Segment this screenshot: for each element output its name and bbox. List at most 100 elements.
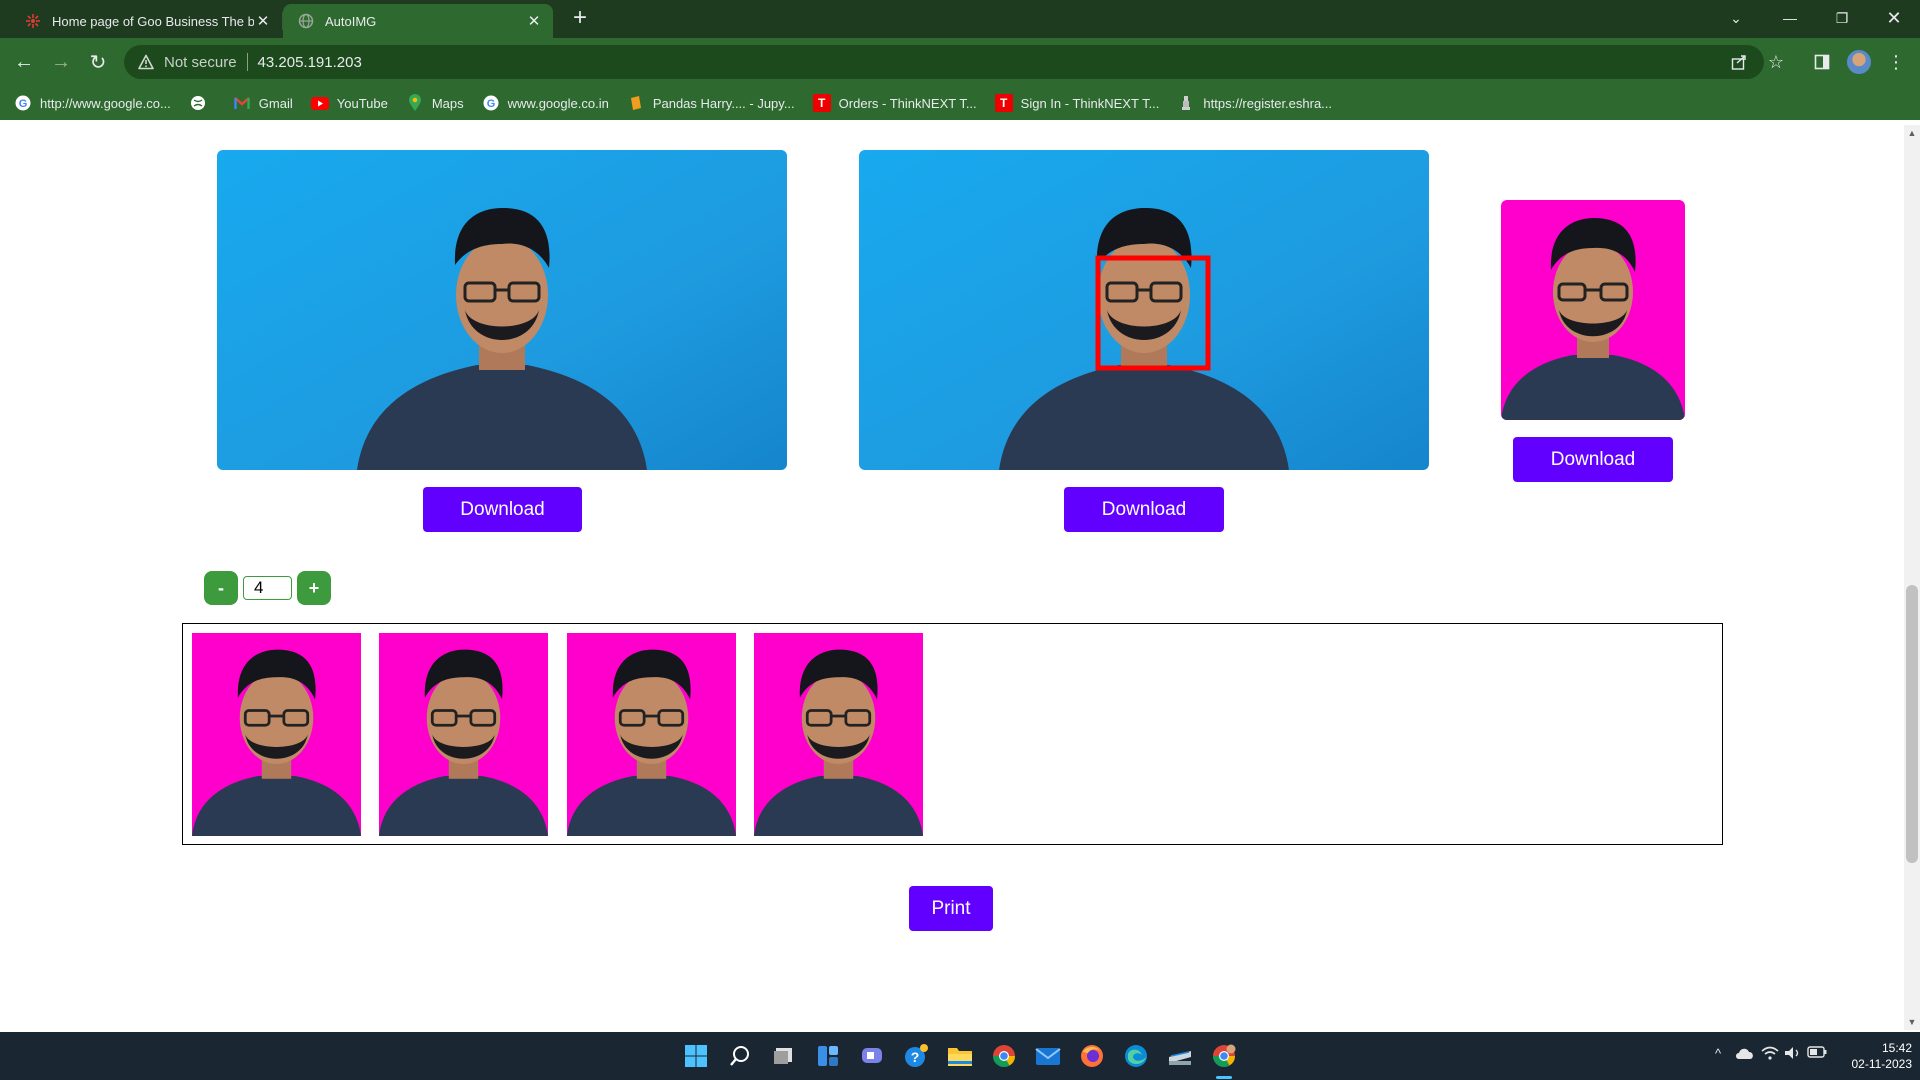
tab-title: AutoIMG	[325, 13, 377, 29]
scroll-up-arrow-icon[interactable]: ▲	[1904, 126, 1920, 140]
share-icon[interactable]	[1727, 50, 1751, 74]
back-arrow-icon[interactable]: ←	[10, 48, 38, 76]
increase-copies-button[interactable]: +	[297, 571, 331, 605]
jupyter-icon	[627, 94, 645, 112]
close-icon[interactable]: ✕	[254, 12, 272, 30]
download-passport-button[interactable]: Download	[1513, 437, 1673, 482]
browser-toolbar: ← → ↻ Not secure 43.205.191.203 ☆ ⋮	[0, 38, 1920, 86]
avatar	[1847, 50, 1871, 74]
face-detection-photo	[859, 150, 1429, 470]
new-tab-plus-icon[interactable]: +	[568, 6, 592, 31]
bookmark-star-icon[interactable]: ☆	[1764, 50, 1788, 74]
bookmark-label: Maps	[431, 95, 464, 111]
warning-triangle-icon	[138, 54, 154, 70]
bookmark-maps[interactable]: Maps	[406, 94, 464, 112]
google-icon: G	[14, 94, 32, 112]
mail-icon[interactable]	[1032, 1040, 1064, 1072]
bookmark-gmail[interactable]: Gmail	[233, 94, 293, 112]
copies-count-input[interactable]: 4	[243, 576, 292, 600]
scanner-icon[interactable]	[1164, 1040, 1196, 1072]
active-app-indicator	[1216, 1076, 1232, 1079]
print-copy-photo	[192, 633, 361, 836]
tab-search-chevron-icon[interactable]: ⌄	[1712, 0, 1760, 36]
scroll-down-arrow-icon[interactable]: ▼	[1904, 1015, 1920, 1029]
download-detected-button[interactable]: Download	[1064, 487, 1224, 532]
print-copy-photo	[754, 633, 923, 836]
original-photo	[217, 150, 787, 470]
print-copy-photo	[567, 633, 736, 836]
minimize-icon[interactable]: —	[1766, 0, 1814, 36]
menu-kebab-icon[interactable]: ⋮	[1884, 50, 1908, 74]
bookmark-label: http://www.google.co...	[40, 95, 171, 111]
task-view-icon[interactable]	[768, 1040, 800, 1072]
url-text[interactable]: 43.205.191.203	[258, 54, 362, 71]
tab-title: Home page of Goo Business The be	[52, 13, 254, 29]
svg-text:G: G	[19, 98, 28, 110]
tray-chevron-up-icon[interactable]: ^	[1710, 1046, 1726, 1061]
tab-autoimg[interactable]: AutoIMG ✕	[283, 4, 553, 38]
print-copy-photo	[379, 633, 548, 836]
help-icon[interactable]: ?	[900, 1040, 932, 1072]
chrome-icon[interactable]	[988, 1040, 1020, 1072]
bookmarks-bar: G http://www.google.co... Gmail YouTube …	[0, 86, 1920, 120]
security-label[interactable]: Not secure	[164, 54, 237, 71]
maps-icon	[406, 94, 424, 112]
bookmark-orders-thinknext[interactable]: T Orders - ThinkNEXT T...	[812, 94, 977, 112]
profile-avatar[interactable]	[1847, 50, 1871, 74]
browser-tab-strip: Home page of Goo Business The be ✕ AutoI…	[0, 0, 1920, 38]
gmail-icon	[233, 94, 251, 112]
reload-icon[interactable]: ↻	[84, 48, 112, 76]
forward-arrow-icon[interactable]: →	[47, 48, 75, 76]
decrease-copies-button[interactable]: -	[204, 571, 238, 605]
page-scrollbar-thumb[interactable]	[1906, 585, 1918, 863]
battery-icon[interactable]	[1806, 1046, 1828, 1058]
chrome-active-icon[interactable]	[1208, 1040, 1240, 1072]
close-icon[interactable]: ✕	[525, 12, 543, 30]
emblem-icon	[1177, 94, 1195, 112]
bookmark-label: Pandas Harry.... - Jupy...	[652, 95, 795, 111]
bookmark-youtube[interactable]: YouTube	[310, 94, 388, 112]
window-close-icon[interactable]: ✕	[1870, 0, 1918, 36]
passport-photo	[1501, 200, 1685, 420]
thinknext-icon: T	[812, 94, 831, 112]
bookmark-label: www.google.co.in	[507, 95, 609, 111]
youtube-icon	[310, 94, 329, 112]
bookmark-label: https://register.eshra...	[1203, 95, 1333, 111]
bookmark-label: Gmail	[258, 95, 293, 111]
side-panel-icon[interactable]	[1810, 50, 1834, 74]
clock-time: 15:42	[1881, 1041, 1912, 1055]
bookmark-jupyter[interactable]: Pandas Harry.... - Jupy...	[627, 94, 795, 112]
page-scrollbar-track[interactable]	[1904, 125, 1920, 1030]
google-icon: G	[482, 94, 500, 112]
tab-home-page[interactable]: Home page of Goo Business The be ✕	[10, 4, 282, 38]
bookmark-label: Sign In - ThinkNEXT T...	[1020, 95, 1160, 111]
address-divider	[246, 53, 248, 71]
goo-business-favicon	[24, 12, 42, 30]
search-icon[interactable]	[724, 1040, 756, 1072]
address-bar[interactable]: Not secure 43.205.191.203	[124, 45, 1764, 79]
volume-icon[interactable]	[1783, 1046, 1803, 1060]
windows-start-icon[interactable]	[680, 1040, 712, 1072]
bookmark-label: Orders - ThinkNEXT T...	[838, 95, 977, 111]
svg-text:G: G	[486, 98, 495, 110]
edge-icon[interactable]	[1120, 1040, 1152, 1072]
taskbar-clock[interactable]: 15:42 02-11-2023	[1836, 1040, 1913, 1072]
windows-taskbar: ? ^	[0, 1032, 1920, 1080]
globe-icon	[189, 94, 207, 112]
bookmark-google[interactable]: G http://www.google.co...	[14, 94, 171, 112]
restore-icon[interactable]: ❐	[1818, 0, 1866, 36]
file-explorer-icon[interactable]	[944, 1040, 976, 1072]
teams-chat-icon[interactable]	[856, 1040, 888, 1072]
bookmark-register-eshram[interactable]: https://register.eshra...	[1177, 94, 1332, 112]
globe-favicon-icon	[297, 12, 315, 30]
print-button[interactable]: Print	[909, 886, 993, 931]
download-original-button[interactable]: Download	[423, 487, 582, 532]
bookmark-globe[interactable]	[189, 94, 215, 112]
onedrive-cloud-icon[interactable]	[1734, 1046, 1756, 1060]
bookmark-signin-thinknext[interactable]: T Sign In - ThinkNEXT T...	[994, 94, 1160, 112]
clock-date: 02-11-2023	[1851, 1057, 1913, 1071]
widgets-icon[interactable]	[812, 1040, 844, 1072]
firefox-icon[interactable]	[1076, 1040, 1108, 1072]
wifi-icon[interactable]	[1760, 1046, 1780, 1060]
bookmark-google-in[interactable]: G www.google.co.in	[482, 94, 609, 112]
